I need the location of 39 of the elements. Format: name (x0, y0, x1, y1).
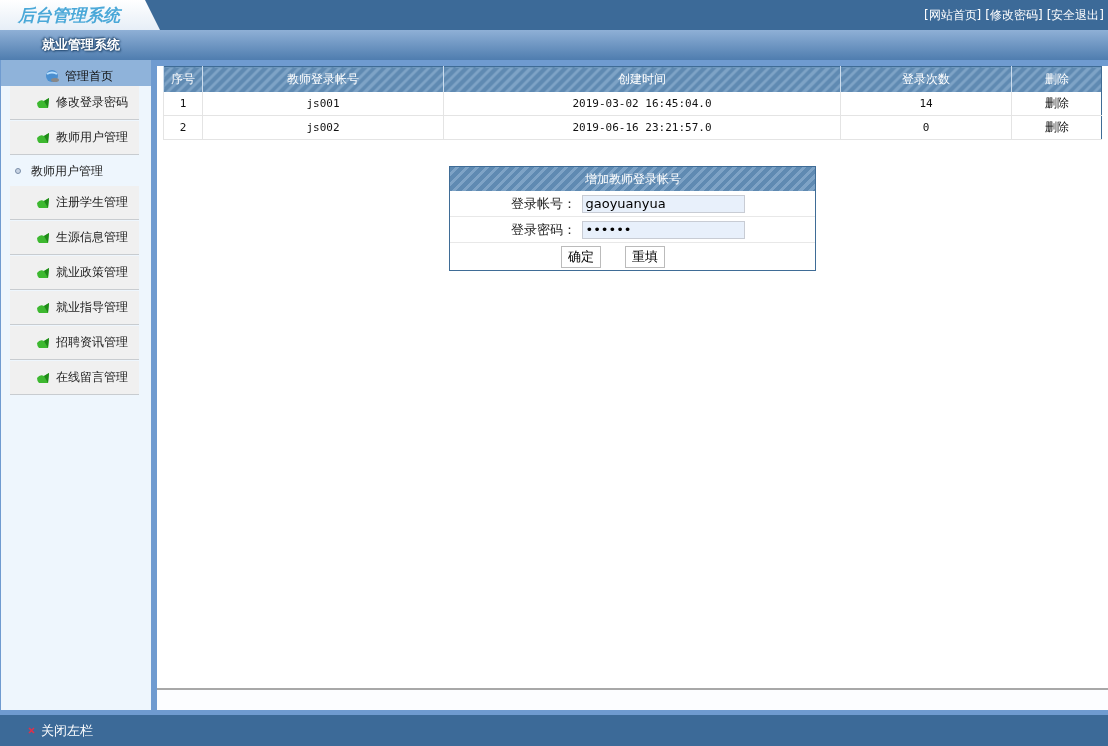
menu-item[interactable]: 就业指导管理 (10, 291, 139, 325)
globe-icon (43, 68, 61, 84)
delete-link[interactable]: 删除 (1044, 120, 1069, 134)
menu-item[interactable]: 修改登录密码 (10, 86, 139, 120)
menu-item[interactable]: 教师用户管理 (10, 121, 139, 155)
input-field[interactable]: •••••• (581, 220, 745, 239)
column-header: 序号 (163, 66, 203, 92)
system-title: 就业管理系统 (42, 36, 120, 54)
column-header: 删除 (1011, 66, 1102, 92)
close-icon (28, 727, 35, 734)
column-header: 创建时间 (443, 66, 841, 92)
table-cell: 2019-06-16 23:21:57.0 (443, 115, 841, 140)
field-label: 登录密码： (510, 220, 576, 239)
toggle-sidebar-link[interactable]: 关闭左栏 (41, 721, 93, 740)
form-button[interactable]: 确定 (560, 245, 601, 268)
table-cell: js001 (202, 92, 444, 116)
table-cell: 14 (840, 92, 1012, 116)
form-title: 增加教师登录帐号 (450, 167, 815, 191)
header-link[interactable]: [网站首页] (923, 6, 982, 24)
table-cell: 2019-03-02 16:45:04.0 (443, 92, 841, 116)
menu-item[interactable]: 生源信息管理 (10, 221, 139, 255)
menu-item[interactable]: 招聘资讯管理 (10, 326, 139, 360)
table-cell: js002 (202, 115, 444, 140)
submenu-item[interactable]: 教师用户管理 (1, 156, 151, 186)
form-button[interactable]: 重填 (624, 245, 665, 268)
input-field[interactable]: gaoyuanyua (581, 194, 745, 213)
column-header: 教师登录帐号 (202, 66, 444, 92)
header-link[interactable]: [安全退出] (1046, 6, 1104, 24)
field-label: 登录帐号： (510, 194, 576, 213)
table-cell: 0 (840, 115, 1012, 140)
delete-link[interactable]: 删除 (1044, 96, 1069, 110)
table-cell: 1 (163, 92, 203, 116)
column-header: 登录次数 (840, 66, 1012, 92)
table-cell: 2 (163, 115, 203, 140)
menu-item[interactable]: 在线留言管理 (10, 361, 139, 395)
logo-text: 后台管理系统 (18, 3, 120, 27)
header-link[interactable]: [修改密码] (985, 6, 1043, 24)
menu-item[interactable]: 就业政策管理 (10, 256, 139, 290)
menu-item[interactable]: 注册学生管理 (10, 186, 139, 220)
